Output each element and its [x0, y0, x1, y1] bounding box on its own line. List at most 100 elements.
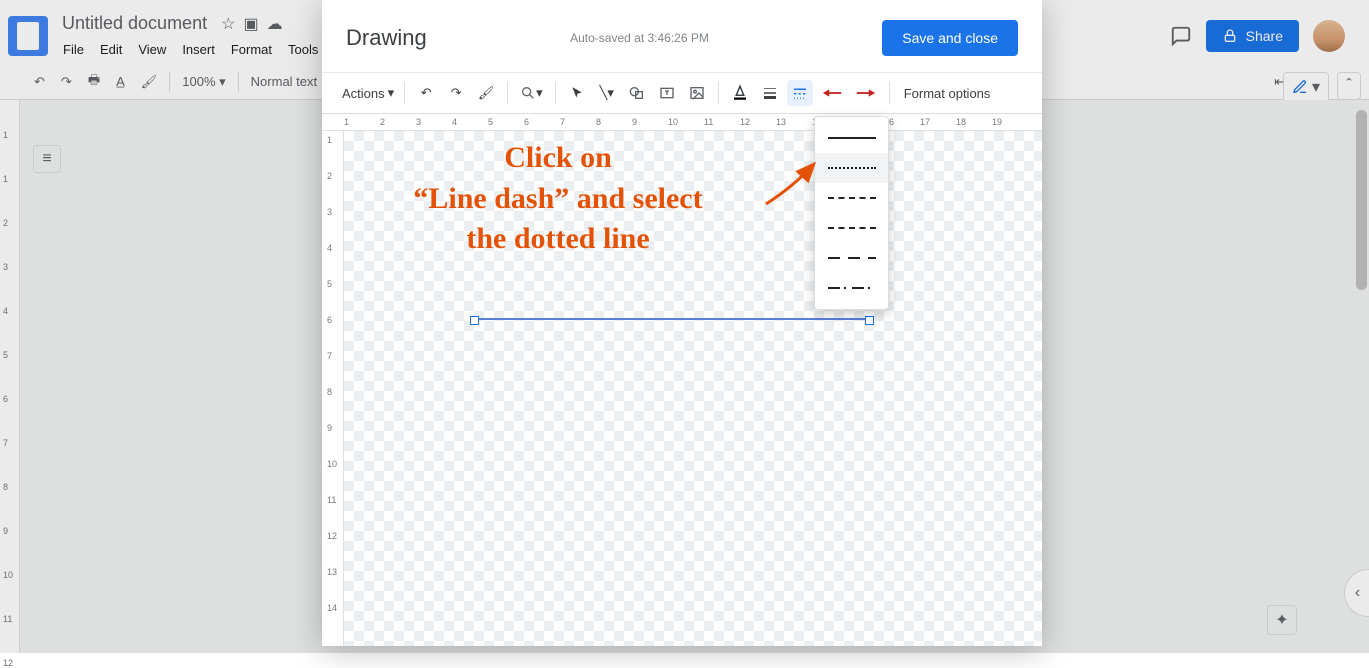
format-options-button[interactable]: Format options [898, 86, 997, 101]
cloud-saved-icon: ☁ [267, 14, 283, 34]
explore-icon[interactable]: ✦ [1267, 605, 1297, 635]
ruler-tick: 6 [327, 315, 332, 325]
dialog-title: Drawing [346, 25, 427, 51]
redo-icon[interactable]: ↷ [57, 70, 76, 94]
ruler-tick: 18 [956, 117, 966, 127]
editing-mode-button[interactable]: ▾ [1283, 72, 1329, 102]
zoom-dropdown[interactable]: ▾ [516, 80, 547, 106]
ruler-tick: 3 [416, 117, 421, 127]
share-label: Share [1246, 28, 1283, 44]
paint-format-icon[interactable]: 🖌 [473, 80, 499, 106]
ruler-tick: 6 [524, 117, 529, 127]
ruler-tick: 2 [327, 171, 332, 181]
ruler-tick: 11 [3, 614, 12, 624]
line-color-icon[interactable] [727, 80, 753, 106]
move-icon[interactable]: ▣ [243, 14, 258, 34]
paint-format-icon[interactable]: 🖌 [137, 70, 162, 94]
ruler-tick: 3 [3, 262, 8, 272]
line-weight-icon[interactable] [757, 80, 783, 106]
docs-vertical-ruler: 1123456789101112 [0, 100, 20, 653]
selected-line-object[interactable] [474, 318, 870, 320]
ruler-tick: 12 [327, 531, 337, 541]
outline-toggle-icon[interactable]: ≡ [33, 145, 61, 173]
menu-tools[interactable]: Tools [281, 38, 325, 61]
dash-option-solid[interactable] [815, 123, 888, 153]
ruler-tick: 1 [3, 174, 8, 184]
undo-icon[interactable]: ↶ [413, 80, 439, 106]
ruler-tick: 10 [3, 570, 13, 580]
ruler-tick: 11 [327, 495, 336, 505]
dash-option-dashed[interactable] [815, 183, 888, 213]
dash-option-dash-dot[interactable] [815, 213, 888, 243]
textbox-tool-icon[interactable] [654, 80, 680, 106]
menu-format[interactable]: Format [224, 38, 279, 61]
ruler-tick: 1 [327, 135, 332, 145]
undo-icon[interactable]: ↶ [30, 70, 49, 94]
ruler-tick: 8 [327, 387, 332, 397]
ruler-tick: 6 [3, 394, 8, 404]
ruler-tick: 1 [344, 117, 349, 127]
ruler-tick: 2 [3, 218, 8, 228]
dash-option-long-dash-dot[interactable] [815, 273, 888, 303]
collapse-toolbar-button[interactable]: ˆ [1337, 72, 1361, 100]
comments-icon[interactable] [1170, 25, 1192, 47]
ruler-tick: 12 [3, 658, 13, 668]
image-tool-icon[interactable] [684, 80, 710, 106]
line-end-icon[interactable] [851, 80, 881, 106]
ruler-tick: 5 [3, 350, 8, 360]
docs-logo-icon[interactable] [8, 16, 48, 56]
actions-dropdown[interactable]: Actions▾ [340, 81, 396, 105]
line-dash-dropdown[interactable] [787, 80, 813, 106]
zoom-dropdown[interactable]: 100% ▾ [178, 70, 229, 94]
ruler-tick: 10 [668, 117, 678, 127]
ruler-tick: 4 [327, 243, 332, 253]
doc-title[interactable]: Untitled document [56, 11, 213, 36]
ruler-tick: 19 [992, 117, 1002, 127]
dash-option-dotted[interactable] [815, 153, 888, 183]
line-start-icon[interactable] [817, 80, 847, 106]
drawing-horizontal-ruler: 12345678910111213141516171819 [322, 113, 1042, 131]
ruler-tick: 1 [3, 130, 8, 140]
share-button[interactable]: Share [1206, 20, 1299, 52]
ruler-tick: 8 [3, 482, 8, 492]
drawing-canvas[interactable] [344, 131, 1042, 646]
ruler-tick: 4 [452, 117, 457, 127]
ruler-tick: 13 [327, 567, 337, 577]
ruler-tick: 4 [3, 306, 8, 316]
menu-edit[interactable]: Edit [93, 38, 129, 61]
ruler-tick: 3 [327, 207, 332, 217]
scrollbar-thumb[interactable] [1356, 110, 1367, 290]
redo-icon[interactable]: ↷ [443, 80, 469, 106]
print-icon[interactable]: 🖶 [84, 67, 104, 97]
ruler-tick: 5 [488, 117, 493, 127]
spellcheck-icon[interactable]: A̲ [112, 70, 129, 93]
menu-file[interactable]: File [56, 38, 91, 61]
ruler-tick: 9 [632, 117, 637, 127]
ruler-tick: 17 [920, 117, 930, 127]
shape-tool-dropdown[interactable] [624, 80, 650, 106]
save-and-close-button[interactable]: Save and close [882, 20, 1018, 56]
ruler-tick: 7 [327, 351, 332, 361]
line-dash-menu [814, 116, 889, 310]
autosave-status: Auto-saved at 3:46:26 PM [427, 31, 883, 45]
ruler-tick: 14 [327, 603, 337, 613]
avatar[interactable] [1313, 20, 1345, 52]
drawing-dialog: Drawing Auto-saved at 3:46:26 PM Save an… [322, 0, 1042, 646]
ruler-tick: 2 [380, 117, 385, 127]
ruler-tick: 10 [327, 459, 337, 469]
ruler-tick: 12 [740, 117, 750, 127]
menu-insert[interactable]: Insert [175, 38, 222, 61]
ruler-tick: 7 [3, 438, 8, 448]
menu-view[interactable]: View [131, 38, 173, 61]
ruler-tick: 7 [560, 117, 565, 127]
drawing-toolbar: Actions▾ ↶ ↷ 🖌 ▾ ╲▾ [322, 73, 1042, 113]
select-tool-icon[interactable] [564, 80, 590, 106]
dash-option-long-dash[interactable] [815, 243, 888, 273]
ruler-tick: 9 [3, 526, 8, 536]
line-tool-dropdown[interactable]: ╲▾ [594, 80, 620, 106]
lock-icon [1222, 28, 1238, 44]
style-dropdown[interactable]: Normal text [247, 70, 321, 93]
ruler-tick: 13 [776, 117, 786, 127]
star-icon[interactable]: ☆ [221, 14, 235, 34]
ruler-tick: 8 [596, 117, 601, 127]
